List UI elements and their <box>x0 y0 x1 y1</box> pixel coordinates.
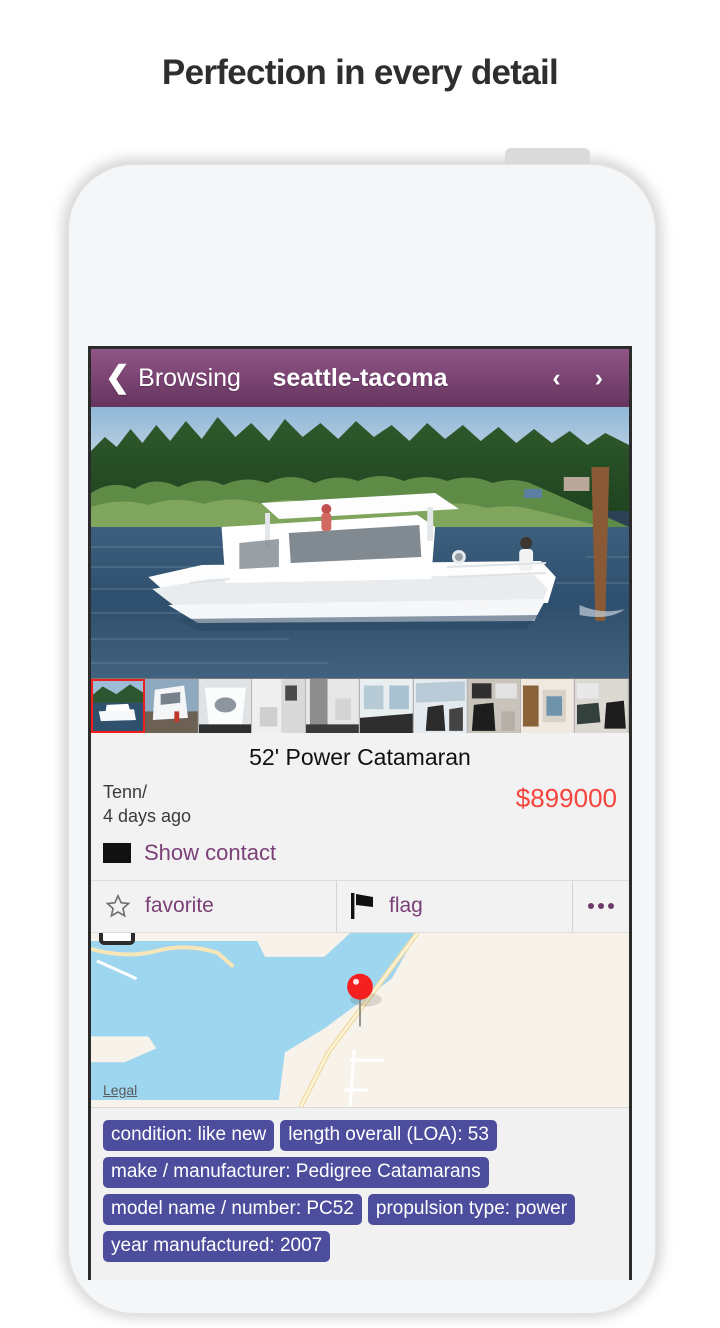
page-title: Perfection in every detail <box>0 0 720 93</box>
listing-posted-time: 4 days ago <box>103 804 191 828</box>
listing-action-bar: favorite flag <box>91 880 629 933</box>
thumbnail-3-image <box>252 679 305 733</box>
favorite-label: favorite <box>145 894 214 918</box>
thumbnail-6[interactable] <box>414 679 468 733</box>
chevron-left-icon: ❮ <box>105 363 130 393</box>
thumbnail-9[interactable] <box>575 679 629 733</box>
listing-price: $899000 <box>516 780 617 814</box>
thumbnail-4-image <box>306 679 359 733</box>
listing-details: 52' Power Catamaran Tenn/ 4 days ago $89… <box>91 733 629 880</box>
prev-listing-button[interactable]: ‹ <box>552 366 560 391</box>
listing-meta-left: Tenn/ 4 days ago <box>103 780 191 829</box>
flag-label: flag <box>389 894 423 918</box>
thumbnail-4[interactable] <box>306 679 360 733</box>
show-contact-button[interactable]: Show contact <box>91 829 629 880</box>
thumbnail-1-image <box>145 679 198 733</box>
attribute-pill[interactable]: model name / number: PC52 <box>103 1194 362 1225</box>
navbar-pager: ‹ › <box>552 366 629 391</box>
location-map[interactable]: Legal <box>91 933 629 1108</box>
back-button-label: Browsing <box>138 364 241 393</box>
thumbnail-7-image <box>468 679 521 733</box>
hero-photo-graphic <box>91 407 629 678</box>
map-control-icon[interactable] <box>99 933 135 945</box>
back-button[interactable]: ❮ Browsing <box>91 363 241 393</box>
google-map-line: (google map) <box>91 1266 629 1280</box>
thumbnail-1[interactable] <box>145 679 199 733</box>
thumbnail-5[interactable] <box>360 679 414 733</box>
attribute-pill[interactable]: length overall (LOA): 53 <box>280 1120 497 1151</box>
hero-photo[interactable] <box>91 407 629 678</box>
attribute-pill[interactable]: year manufactured: 2007 <box>103 1231 330 1262</box>
show-contact-label: Show contact <box>144 840 276 866</box>
thumbnail-8[interactable] <box>521 679 575 733</box>
attribute-pill-list: condition: like new length overall (LOA)… <box>91 1108 629 1266</box>
envelope-icon <box>103 843 131 863</box>
flag-button[interactable]: flag <box>337 881 573 932</box>
phone-screen: ❮ Browsing seattle-tacoma ‹ › <box>88 346 632 1280</box>
thumbnail-0[interactable] <box>91 679 145 733</box>
listing-meta-row: Tenn/ 4 days ago $899000 <box>91 780 629 829</box>
location-map-graphic <box>91 933 629 1107</box>
thumbnail-8-image <box>521 679 574 733</box>
thumbnail-2[interactable] <box>199 679 253 733</box>
listing-title: 52' Power Catamaran <box>91 733 629 780</box>
more-options-button[interactable] <box>573 881 629 932</box>
attribute-pill[interactable]: make / manufacturer: Pedigree Catamarans <box>103 1157 489 1188</box>
attribute-pill[interactable]: condition: like new <box>103 1120 274 1151</box>
thumbnail-5-image <box>360 679 413 733</box>
thumbnail-6-image <box>414 679 467 733</box>
thumbnail-3[interactable] <box>252 679 306 733</box>
map-legal-link[interactable]: Legal <box>103 1082 137 1098</box>
favorite-button[interactable]: favorite <box>91 881 337 932</box>
star-outline-icon <box>105 893 131 919</box>
thumbnail-9-image <box>575 679 628 733</box>
attribute-pill[interactable]: propulsion type: power <box>368 1194 575 1225</box>
ellipsis-icon <box>588 903 614 909</box>
app-navbar: ❮ Browsing seattle-tacoma ‹ › <box>91 349 629 407</box>
thumbnail-strip[interactable] <box>91 678 629 733</box>
thumbnail-0-image <box>91 679 144 733</box>
flag-icon <box>351 893 375 919</box>
thumbnail-2-image <box>199 679 252 733</box>
next-listing-button[interactable]: › <box>595 366 603 391</box>
listing-location: Tenn/ <box>103 780 191 804</box>
thumbnail-7[interactable] <box>468 679 522 733</box>
